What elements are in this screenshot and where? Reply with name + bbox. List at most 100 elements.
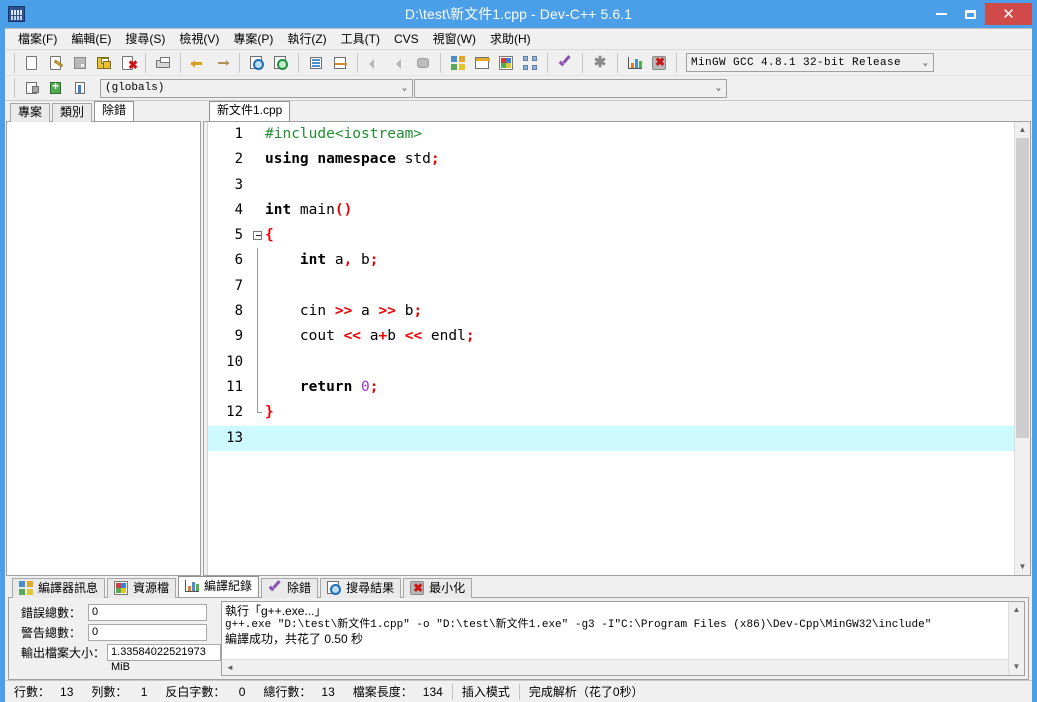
close-file-button[interactable]: ✖ [117,52,139,74]
toolbar-grip [14,53,15,73]
debug-watch-list[interactable] [6,121,201,576]
scroll-up-icon[interactable]: ▲ [1009,602,1025,618]
scope-select[interactable]: (globals) ⌄ [100,79,413,98]
code-line[interactable]: 13 [208,426,1030,451]
code-line[interactable]: 12} [208,400,1030,425]
resource-button[interactable] [495,52,517,74]
print-button[interactable] [152,52,174,74]
tab-classes[interactable]: 類別 [52,103,92,122]
insert-snippet-button[interactable] [21,77,43,99]
editor-area: 新文件1.cpp 1#include<iostream>2using names… [203,103,1031,576]
tab-debug-output[interactable]: 除錯 [261,578,318,598]
grid-squares-icon [523,56,537,70]
code-scroll-viewport[interactable]: 1#include<iostream>2using namespace std;… [208,122,1030,575]
log-vertical-scrollbar[interactable]: ▲ ▼ [1008,602,1024,675]
function-select[interactable]: ⌄ [414,79,727,98]
new-project-button[interactable] [447,52,469,74]
editor-tab-file[interactable]: 新文件1.cpp [209,101,290,121]
arrow-left-icon [396,59,401,69]
scroll-down-icon[interactable]: ▼ [1015,559,1031,575]
menu-file[interactable]: 檔案(F) [11,30,64,49]
save-button[interactable] [69,52,91,74]
profile-button[interactable] [624,52,646,74]
maximize-button[interactable] [956,3,985,25]
compiler-select[interactable]: MinGW GCC 4.8.1 32-bit Release ⌄ [686,53,934,72]
compile-log-output[interactable]: 執行「g++.exe...」 g++.exe "D:\test\新文件1.cpp… [221,601,1025,676]
menu-window[interactable]: 視窗(W) [426,30,483,49]
redo-button[interactable] [211,52,233,74]
open-file-button[interactable] [45,52,67,74]
code-line[interactable]: 1#include<iostream> [208,122,1030,147]
plus-green-icon [50,82,61,94]
code-line[interactable]: 11 return 0; [208,375,1030,400]
undo-arrow-icon [191,59,205,68]
tab-resources[interactable]: 資源檔 [107,578,176,598]
menu-project[interactable]: 專案(P) [226,30,280,49]
scroll-left-icon[interactable]: ◄ [222,660,238,676]
scroll-up-icon[interactable]: ▲ [1015,122,1031,138]
replace-button[interactable] [270,52,292,74]
tab-debug[interactable]: 除錯 [94,101,134,121]
nav-back-button[interactable] [364,52,386,74]
editor-vertical-scrollbar[interactable]: ▲ ▼ [1014,122,1030,575]
tab-search-results[interactable]: 搜尋結果 [320,578,401,598]
layout-button[interactable] [519,52,541,74]
shield-button[interactable] [412,52,434,74]
magnifier-icon [250,56,262,69]
code-line[interactable]: 3 [208,173,1030,198]
tab-minimize[interactable]: 最小化 [403,578,472,598]
project-options-button[interactable] [471,52,493,74]
add-member-button[interactable] [45,77,67,99]
tab-project[interactable]: 專案 [10,103,50,122]
code-line[interactable]: 7 [208,274,1030,299]
status-length-label: 檔案長度： [353,683,413,700]
code-lines[interactable]: 1#include<iostream>2using namespace std;… [208,122,1030,451]
status-insert-mode: 插入模式 [453,682,519,702]
log-line-2: g++.exe "D:\test\新文件1.cpp" -o "D:\test\新… [225,618,1024,632]
scroll-down-icon[interactable]: ▼ [1009,659,1025,675]
fold-toggle-icon[interactable] [252,223,265,248]
toggle-bookmark-button[interactable] [69,77,91,99]
find-button[interactable] [246,52,268,74]
nav-forward-button[interactable] [388,52,410,74]
goto-line-button[interactable] [305,52,327,74]
delete-profile-button[interactable] [648,52,670,74]
code-line[interactable]: 10 [208,350,1030,375]
code-line[interactable]: 9 cout << a+b << endl; [208,324,1030,349]
menu-execute[interactable]: 執行(Z) [280,30,333,49]
resource-icon [113,580,129,596]
compile-button[interactable] [554,52,576,74]
abort-button[interactable]: ✱ [589,52,611,74]
line-number: 7 [208,274,252,299]
log-horizontal-scrollbar[interactable]: ◄ ► [222,659,1024,675]
minimize-button[interactable] [927,3,956,25]
save-all-button[interactable] [93,52,115,74]
menu-edit[interactable]: 編輯(E) [64,30,118,49]
resource-icon [499,56,513,70]
tab-compile-log[interactable]: 編譯紀錄 [178,576,259,597]
code-line[interactable]: 4int main() [208,198,1030,223]
tab-compiler-messages[interactable]: 編譯器訊息 [12,578,105,598]
magnifier-icon [274,56,286,69]
tab-label: 編譯器訊息 [38,580,98,596]
toolbar-separator [617,53,618,73]
output-size-label: 輸出檔案大小： [21,644,105,661]
code-editor[interactable]: 1#include<iostream>2using namespace std;… [203,121,1031,576]
undo-button[interactable] [187,52,209,74]
menu-help[interactable]: 求助(H) [483,30,538,49]
editor-tabstrip: 新文件1.cpp [203,103,1031,121]
code-line[interactable]: 2using namespace std; [208,147,1030,172]
code-text: int a, b; [265,248,1030,273]
code-line[interactable]: 8 cin >> a >> b; [208,299,1030,324]
menu-tools[interactable]: 工具(T) [334,30,387,49]
menu-cvs[interactable]: CVS [387,30,426,49]
toggle-panel-button[interactable] [329,52,351,74]
new-file-button[interactable] [21,52,43,74]
close-button[interactable]: ✕ [985,3,1032,25]
menu-view[interactable]: 檢視(V) [172,30,226,49]
scrollbar-thumb[interactable] [1016,138,1029,438]
code-line[interactable]: 5{ [208,223,1030,248]
code-line[interactable]: 6 int a, b; [208,248,1030,273]
tab-label: 搜尋結果 [346,580,394,596]
menu-search[interactable]: 搜尋(S) [118,30,172,49]
